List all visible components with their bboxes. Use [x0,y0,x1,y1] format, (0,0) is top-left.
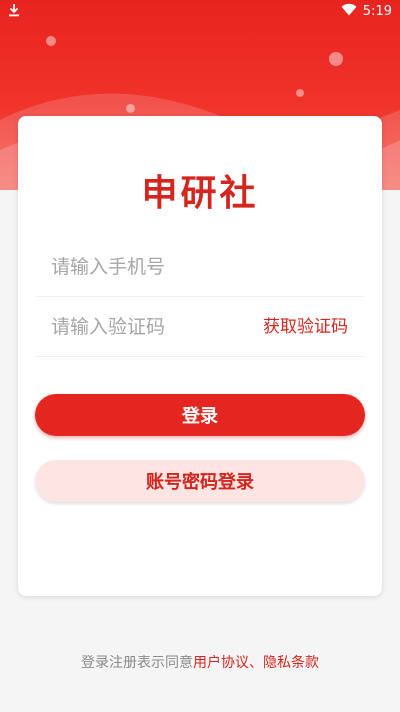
agreement-separator: 、 [249,655,263,671]
user-agreement-link[interactable]: 用户协议 [193,655,249,671]
code-input[interactable] [36,315,253,339]
login-button[interactable]: 登录 [35,394,365,436]
status-right-group: 5:19 [341,3,392,20]
login-card: 申研社 获取验证码 登录 账号密码登录 [18,116,382,596]
status-time: 5:19 [362,4,392,19]
agreement-text: 登录注册表示同意用户协议、隐私条款 [0,652,400,672]
password-login-button[interactable]: 账号密码登录 [35,460,365,502]
agreement-prefix: 登录注册表示同意 [81,655,193,671]
decor-bubble [329,52,343,66]
phone-input[interactable] [36,255,253,279]
get-code-button[interactable]: 获取验证码 [263,298,348,356]
app-logo: 申研社 [141,172,259,214]
wifi-icon [341,3,357,20]
code-field-row: 获取验证码 [36,298,364,357]
privacy-policy-link[interactable]: 隐私条款 [263,655,319,671]
download-icon [8,3,20,21]
status-bar: 5:19 [0,0,400,24]
decor-bubble [46,36,56,46]
phone-field-row [36,238,364,297]
